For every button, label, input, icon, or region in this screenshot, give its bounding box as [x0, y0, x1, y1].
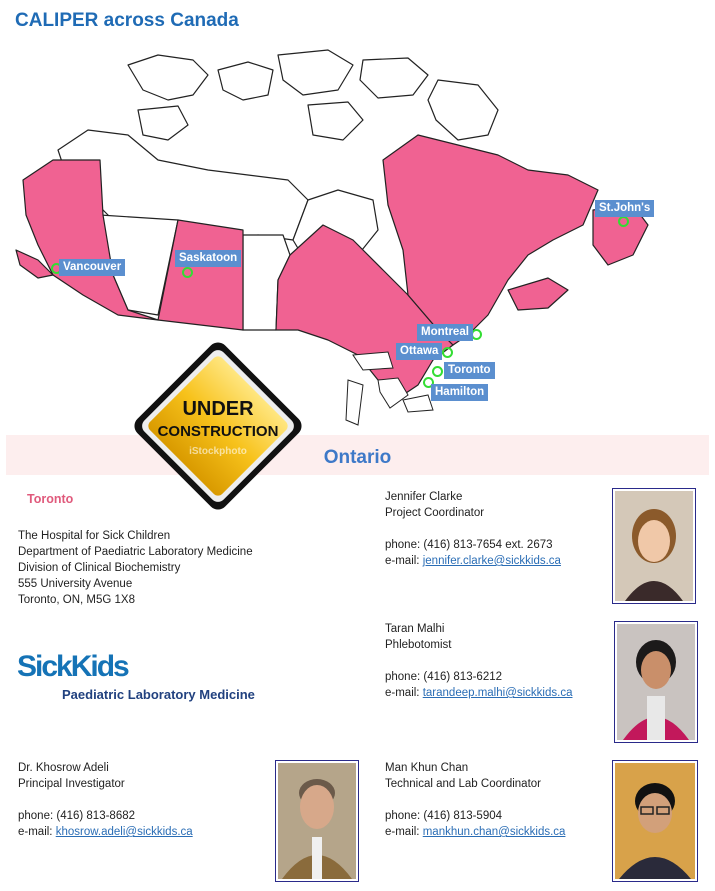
contact-email-link[interactable]: jennifer.clarke@sickkids.ca: [423, 555, 561, 567]
contact-name: Dr. Khosrow Adeli: [18, 762, 109, 774]
city-marker-saskatoon[interactable]: [182, 267, 193, 278]
contact-card: Dr. Khosrow Adeli Principal Investigator…: [18, 760, 193, 840]
contact-name: Taran Malhi: [385, 623, 445, 635]
email-label: e-mail:: [385, 687, 420, 699]
contact-photo: [612, 488, 696, 604]
contact-phone: phone: (416) 813-5904: [385, 810, 503, 822]
city-label-montreal[interactable]: Montreal: [417, 324, 473, 341]
page-title: CALIPER across Canada: [15, 10, 239, 31]
contact-email-link[interactable]: mankhun.chan@sickkids.ca: [423, 826, 566, 838]
contact-card: Man Khun Chan Technical and Lab Coordina…: [385, 760, 565, 840]
contact-name: Man Khun Chan: [385, 762, 469, 774]
city-label-toronto[interactable]: Toronto: [444, 362, 495, 379]
contact-phone: phone: (416) 813-7654 ext. 2673: [385, 539, 553, 551]
person-portrait-icon: [615, 491, 693, 601]
city-marker-st-johns[interactable]: [618, 216, 629, 227]
email-label: e-mail:: [18, 826, 53, 838]
under-construction-sign: UNDER CONSTRUCTION iStockphoto: [120, 328, 316, 524]
contact-email-link[interactable]: tarandeep.malhi@sickkids.ca: [423, 687, 573, 699]
site-city: Toronto: [27, 492, 74, 506]
address-line: 555 University Avenue: [18, 578, 133, 590]
contact-role: Principal Investigator: [18, 778, 125, 790]
email-label: e-mail:: [385, 826, 420, 838]
contact-phone: phone: (416) 813-8682: [18, 810, 136, 822]
city-label-ottawa[interactable]: Ottawa: [396, 343, 443, 360]
sickkids-logo: SickKids: [17, 650, 130, 683]
site-address: The Hospital for Sick Children Departmen…: [18, 528, 253, 608]
city-label-st-johns[interactable]: St.John's: [595, 200, 655, 217]
contact-photo: [614, 621, 698, 743]
city-label-vancouver[interactable]: Vancouver: [59, 259, 126, 276]
contact-role: Technical and Lab Coordinator: [385, 778, 541, 790]
email-label: e-mail:: [385, 555, 420, 567]
address-line: Department of Paediatric Laboratory Medi…: [18, 546, 253, 558]
sign-watermark: iStockphoto: [189, 446, 247, 457]
contact-email-link[interactable]: khosrow.adeli@sickkids.ca: [56, 826, 193, 838]
sign-line-1: UNDER: [182, 398, 254, 420]
province-title: Ontario: [323, 447, 392, 468]
city-marker-toronto[interactable]: [432, 366, 443, 377]
city-label-hamilton[interactable]: Hamilton: [431, 384, 489, 401]
province-header: Ontario: [6, 435, 709, 475]
address-line: Division of Clinical Biochemistry: [18, 562, 181, 574]
contact-card: Taran Malhi Phlebotomist phone: (416) 81…: [385, 621, 572, 701]
person-portrait-icon: [615, 763, 695, 879]
contact-photo: [612, 760, 698, 882]
person-portrait-icon: [617, 624, 695, 740]
contact-role: Phlebotomist: [385, 639, 452, 651]
contact-role: Project Coordinator: [385, 507, 485, 519]
city-marker-ottawa[interactable]: [442, 347, 453, 358]
contact-card: Jennifer Clarke Project Coordinator phon…: [385, 489, 561, 569]
canada-map: Vancouver Saskatoon St.John's Montreal O…: [8, 40, 708, 435]
sickkids-logo-subtitle: Paediatric Laboratory Medicine: [62, 687, 255, 702]
person-portrait-icon: [278, 763, 356, 879]
contact-name: Jennifer Clarke: [385, 491, 463, 503]
address-line: Toronto, ON, M5G 1X8: [18, 594, 135, 606]
sign-line-2: CONSTRUCTION: [157, 423, 279, 440]
contact-phone: phone: (416) 813-6212: [385, 671, 503, 683]
contact-photo: [275, 760, 359, 882]
city-label-saskatoon[interactable]: Saskatoon: [175, 250, 242, 267]
map-graphic: [15, 49, 649, 426]
address-line: The Hospital for Sick Children: [18, 530, 171, 542]
